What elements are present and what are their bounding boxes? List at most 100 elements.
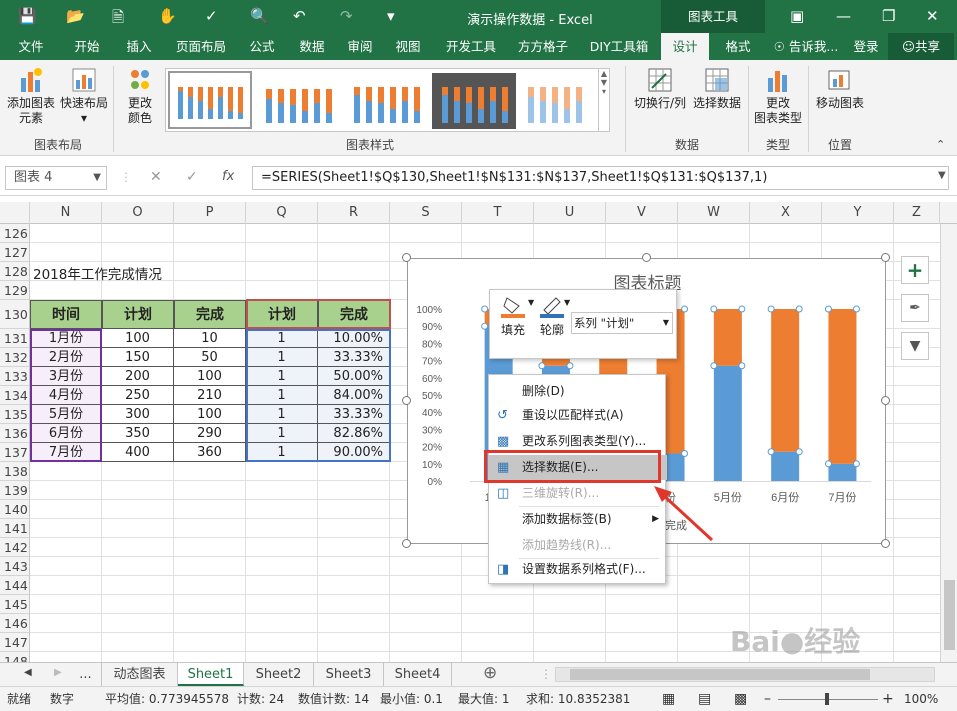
row-header[interactable]: 136 <box>0 424 30 443</box>
table-cell[interactable]: 100 <box>174 405 246 424</box>
sheet-tab[interactable]: Sheet4 <box>384 663 452 686</box>
tab-format[interactable]: 格式 <box>715 33 761 60</box>
resize-handle[interactable] <box>402 253 411 262</box>
context-menu-item[interactable]: 添加趋势线(R)... <box>489 533 667 558</box>
chart-style-1[interactable] <box>168 71 252 129</box>
cancel-formula-icon[interactable]: ✕ <box>150 169 162 185</box>
tab-insert[interactable]: 插入 <box>116 33 162 60</box>
spellcheck-icon[interactable]: ✓ <box>205 7 218 25</box>
table-cell[interactable]: 360 <box>174 443 246 462</box>
collapse-ribbon-icon[interactable]: ⌃ <box>936 138 945 151</box>
zoom-out-icon[interactable]: – <box>764 687 771 711</box>
context-menu-item[interactable]: 添加数据标签(B) ▶ <box>489 507 667 532</box>
tab-review[interactable]: 审阅 <box>338 33 382 60</box>
page-layout-view-icon[interactable]: ▤ <box>698 687 711 711</box>
row-header[interactable]: 126 <box>0 224 30 243</box>
column-header[interactable]: V <box>606 202 678 224</box>
tab-fangfang[interactable]: 方方格子 <box>512 33 574 60</box>
save-icon[interactable]: 💾 <box>18 7 37 25</box>
chart-filter-icon[interactable]: ▼ <box>901 332 929 360</box>
tab-developer[interactable]: 开发工具 <box>440 33 502 60</box>
row-header[interactable]: 140 <box>0 500 30 519</box>
table-cell[interactable]: 350 <box>102 424 174 443</box>
column-header[interactable]: O <box>102 202 174 224</box>
undo-icon[interactable]: ↶ <box>293 7 306 25</box>
row-header[interactable]: 135 <box>0 405 30 424</box>
more-sheets-button[interactable]: ... <box>70 663 102 686</box>
row-header[interactable]: 146 <box>0 614 30 633</box>
tab-design[interactable]: 设计 <box>661 33 709 60</box>
open-icon[interactable]: 📂 <box>66 7 85 25</box>
resize-handle[interactable] <box>881 253 890 262</box>
row-header[interactable]: 127 <box>0 243 30 262</box>
chart-style-3[interactable] <box>344 73 428 129</box>
row-header[interactable]: 148 <box>0 652 30 662</box>
column-header[interactable]: N <box>30 202 102 224</box>
row-header[interactable]: 147 <box>0 633 30 652</box>
gallery-scroll[interactable]: ▲ ▼ ▾ <box>598 69 609 131</box>
row-header[interactable]: 132 <box>0 348 30 367</box>
context-menu-item[interactable]: 删除(D) <box>489 379 667 404</box>
table-cell[interactable]: 290 <box>174 424 246 443</box>
scrollbar-thumb[interactable] <box>570 669 870 680</box>
column-header[interactable]: X <box>750 202 822 224</box>
context-menu-item[interactable]: 设置数据系列格式(F)... ◨ <box>489 557 667 582</box>
table-cell[interactable]: 400 <box>102 443 174 462</box>
tab-diy-toolbox[interactable]: DIY工具箱 <box>586 33 652 60</box>
zoom-in-icon[interactable]: + <box>882 687 894 711</box>
insert-function-icon[interactable]: fx <box>222 169 234 184</box>
scrollbar-thumb[interactable] <box>944 580 955 650</box>
enter-formula-icon[interactable]: ✓ <box>186 169 198 185</box>
fill-button[interactable]: 填充 <box>498 294 528 338</box>
horizontal-scrollbar[interactable] <box>555 667 935 682</box>
table-cell[interactable]: 250 <box>102 386 174 405</box>
series-select[interactable]: 系列 "计划" ▼ <box>571 312 673 334</box>
chart-style-4[interactable] <box>432 73 516 129</box>
column-header[interactable]: P <box>174 202 246 224</box>
switch-row-column-button[interactable]: 切换行/列 <box>630 66 690 111</box>
tab-splitter-icon[interactable]: ⋮ <box>540 667 552 681</box>
share-button[interactable]: ☺共享 <box>888 33 954 60</box>
row-header[interactable]: 130 <box>0 300 30 329</box>
print-preview-icon[interactable]: 🔍 <box>250 7 269 25</box>
row-header[interactable]: 137 <box>0 443 30 462</box>
column-header[interactable]: Q <box>246 202 318 224</box>
restore-icon[interactable]: ❐ <box>882 7 895 25</box>
sheet-tab[interactable]: Sheet2 <box>244 663 314 686</box>
normal-view-icon[interactable]: ▦ <box>662 687 675 711</box>
change-chart-type-button[interactable]: 更改 图表类型 <box>752 66 804 126</box>
vertical-scrollbar[interactable] <box>940 224 957 662</box>
table-cell[interactable]: 10 <box>174 329 246 348</box>
row-header[interactable]: 138 <box>0 462 30 481</box>
expand-formula-icon[interactable]: ▼ <box>938 170 946 181</box>
sheet-tab[interactable]: Sheet3 <box>314 663 384 686</box>
move-chart-button[interactable]: 移动图表 <box>812 66 868 111</box>
tab-file[interactable]: 文件 <box>8 33 54 60</box>
chevron-down-icon[interactable]: ▼ <box>528 298 534 307</box>
tab-data[interactable]: 数据 <box>290 33 334 60</box>
change-colors-button[interactable]: 更改 颜色 <box>118 66 162 126</box>
column-header[interactable]: Y <box>822 202 894 224</box>
chart-elements-plus-icon[interactable]: + <box>901 256 929 284</box>
zoom-level[interactable]: 100% <box>904 687 938 711</box>
sheet-tab[interactable]: 动态图表 <box>102 663 178 686</box>
tab-formulas[interactable]: 公式 <box>240 33 284 60</box>
tab-home[interactable]: 开始 <box>64 33 110 60</box>
page-break-view-icon[interactable]: ▩ <box>734 687 747 711</box>
chart-styles-brush-icon[interactable]: ✒ <box>901 294 929 322</box>
touch-mode-icon[interactable]: ✋ <box>158 7 177 25</box>
resize-handle[interactable] <box>402 539 411 548</box>
resize-handle[interactable] <box>881 539 890 548</box>
column-header[interactable]: T <box>462 202 534 224</box>
add-sheet-icon[interactable]: ⊕ <box>483 663 497 683</box>
sheet-tab-active[interactable]: Sheet1 <box>178 663 244 686</box>
row-header[interactable]: 133 <box>0 367 30 386</box>
drag-handle-icon[interactable]: ⋮ <box>120 170 132 184</box>
row-header[interactable]: 139 <box>0 481 30 500</box>
table-cell[interactable]: 210 <box>174 386 246 405</box>
row-header[interactable]: 142 <box>0 538 30 557</box>
table-title[interactable]: 2018年工作完成情况 <box>33 263 162 283</box>
table-header-cell[interactable]: 完成 <box>174 300 246 329</box>
row-header[interactable]: 143 <box>0 557 30 576</box>
table-cell[interactable]: 100 <box>102 329 174 348</box>
